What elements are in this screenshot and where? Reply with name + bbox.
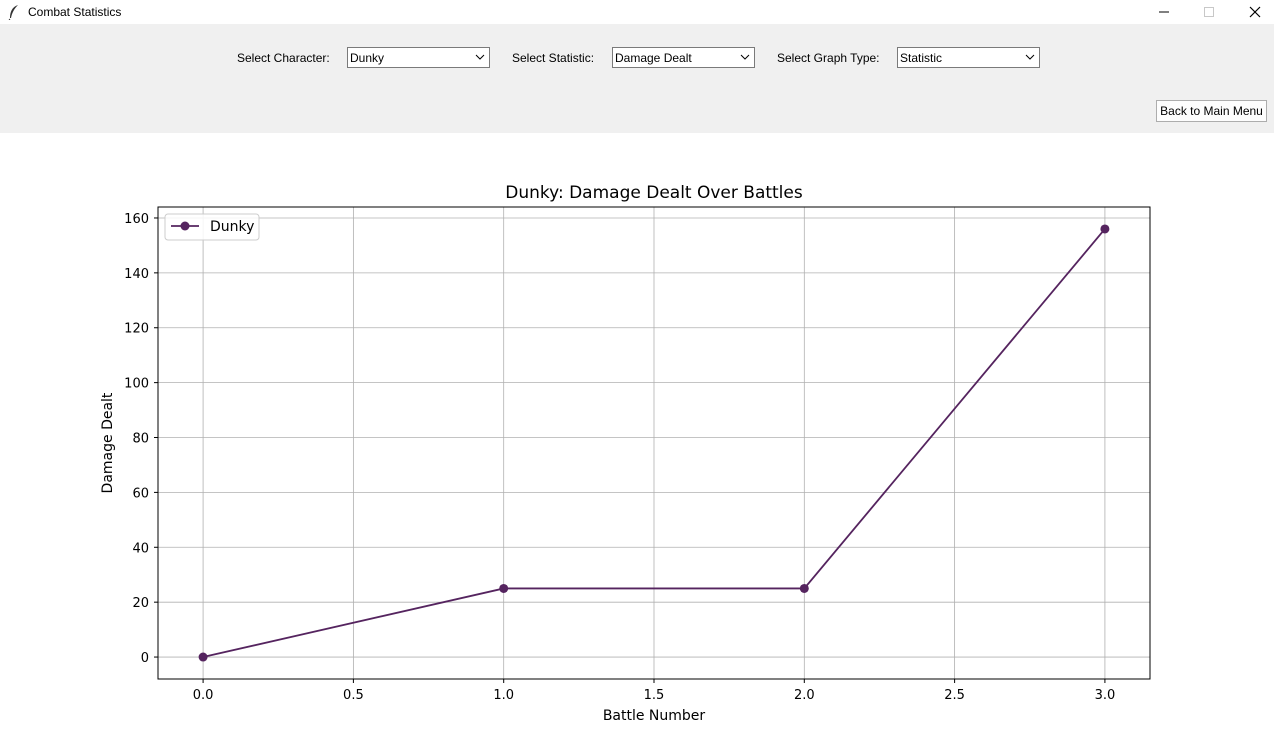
y-tick-label: 60 — [132, 486, 149, 501]
chevron-down-icon — [1025, 54, 1035, 60]
graph-type-label: Select Graph Type: — [777, 51, 880, 65]
controls-toolbar: Select Character: Dunky Select Statistic… — [0, 24, 1274, 133]
data-point — [1100, 224, 1110, 234]
data-point — [198, 652, 208, 662]
chevron-down-icon — [475, 54, 485, 60]
data-point — [499, 583, 509, 593]
maximize-button[interactable] — [1186, 0, 1232, 24]
plot-canvas: 0.0 0.5 1.0 1.5 2.0 2.5 3.0 0 20 40 60 80 100 120 140 1… — [0, 133, 1274, 742]
x-tick-label: 2.0 — [794, 688, 815, 703]
x-tick-label: 3.0 — [1095, 688, 1116, 703]
y-tick-label: 160 — [124, 212, 149, 227]
statistic-select-value: Damage Dealt — [615, 51, 692, 65]
tick-layer: 0.0 0.5 1.0 1.5 2.0 2.5 3.0 0 20 40 60 80 100 120 140 1… — [124, 212, 1115, 703]
close-icon — [1249, 6, 1261, 18]
statistic-select[interactable]: Damage Dealt — [612, 47, 755, 68]
x-tick-label: 1.0 — [493, 688, 514, 703]
chevron-down-icon — [740, 54, 750, 60]
minimize-button[interactable] — [1141, 0, 1187, 24]
graph-type-select-value: Statistic — [900, 51, 943, 65]
character-label: Select Character: — [237, 51, 330, 65]
legend-label: Dunky — [210, 219, 254, 235]
statistic-label: Select Statistic: — [512, 51, 595, 65]
chart-title: Dunky: Damage Dealt Over Battles — [505, 183, 803, 203]
y-axis-label: Damage Dealt — [100, 392, 116, 493]
minimize-icon — [1159, 11, 1169, 13]
x-tick-label: 2.5 — [944, 688, 965, 703]
grid-lines — [158, 207, 1150, 679]
y-tick-label: 140 — [124, 267, 149, 282]
character-select-value: Dunky — [350, 51, 385, 65]
y-tick-label: 0 — [141, 651, 149, 666]
feather-icon — [8, 5, 18, 20]
x-axis-label: Battle Number — [603, 708, 706, 724]
legend: Dunky — [164, 213, 260, 241]
data-point — [799, 583, 809, 593]
y-tick-label: 80 — [132, 432, 149, 447]
legend-marker — [180, 221, 190, 231]
x-tick-label: 1.5 — [644, 688, 665, 703]
y-tick-label: 20 — [132, 596, 149, 611]
graph-type-select[interactable]: Statistic — [897, 47, 1040, 68]
back-to-main-menu-button[interactable]: Back to Main Menu — [1156, 100, 1267, 122]
y-tick-label: 40 — [132, 541, 149, 556]
line-chart: 0.0 0.5 1.0 1.5 2.0 2.5 3.0 0 20 40 60 80 100 120 140 1… — [100, 183, 1151, 724]
close-button[interactable] — [1232, 0, 1274, 24]
window-title: Combat Statistics — [28, 5, 122, 19]
maximize-icon — [1204, 7, 1214, 17]
y-tick-label: 100 — [124, 377, 149, 392]
character-select[interactable]: Dunky — [347, 47, 490, 68]
x-tick-label: 0.0 — [193, 688, 214, 703]
x-tick-label: 0.5 — [343, 688, 364, 703]
y-tick-label: 120 — [124, 322, 149, 337]
title-bar: Combat Statistics — [0, 0, 1274, 24]
